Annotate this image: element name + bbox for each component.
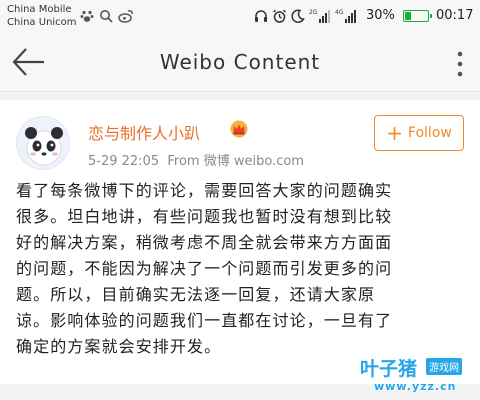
battery-percent: 30%: [366, 8, 395, 23]
follow-label: Follow: [407, 125, 452, 141]
headphone-icon: [255, 10, 267, 22]
paw-icon: [80, 10, 94, 22]
panda-avatar-image: [25, 127, 63, 166]
title-bar: Weibo Content: [0, 32, 480, 92]
network-label-1: 2G: [309, 9, 318, 16]
moon-icon: [291, 9, 305, 23]
carrier-1: China Mobile: [7, 4, 72, 15]
clock: 00:17: [436, 8, 474, 23]
alarm-icon: [273, 9, 286, 23]
carrier-info: China Mobile China Unicom: [7, 3, 77, 29]
more-vertical-icon: [457, 51, 463, 77]
signal-icon-sim1: 2G: [309, 9, 330, 23]
watermark-url: www.yzz.cn: [374, 380, 457, 393]
post-content: 看了每条微博下的评论，需要回答大家的问题确实 很多。坦白地讲，有些问题我也暂时没…: [16, 178, 476, 360]
network-label-2: 4G: [335, 9, 344, 16]
site-watermark: 叶子猪 游戏网 www.yzz.cn: [356, 352, 478, 398]
page-title: Weibo Content: [159, 50, 321, 74]
content-line: 题。所以，目前确实无法逐一回复，还请大家原: [16, 285, 376, 304]
more-options-button[interactable]: [452, 50, 468, 78]
weibo-icon: [118, 10, 134, 23]
signal-icon-sim2: 4G: [335, 9, 356, 23]
carrier-2: China Unicom: [7, 17, 77, 28]
crown-badge-icon: [230, 120, 248, 138]
status-bar: China Mobile China Unicom 2G 4G 30% 00:1…: [0, 0, 480, 32]
user-name[interactable]: 恋与制作人小趴: [88, 120, 200, 144]
content-line: 谅。影响体验的问题我们一直都在讨论，一旦有了: [16, 311, 393, 330]
battery-fill: [405, 12, 412, 20]
content-line: 很多。坦白地讲，有些问题我也暂时没有想到比较: [16, 207, 393, 226]
avatar[interactable]: [16, 116, 70, 170]
battery-icon: [403, 10, 432, 22]
watermark-name: 叶子猪: [360, 358, 418, 380]
post-meta: 5-29 22:05 From 微博 weibo.com: [88, 154, 304, 169]
follow-button[interactable]: + Follow: [374, 115, 464, 151]
content-line: 的问题，不能因为解决了一个问题而引发更多的问: [16, 259, 393, 278]
content-line: 看了每条微博下的评论，需要回答大家的问题确实: [16, 181, 393, 200]
watermark-tag: 游戏网: [426, 358, 462, 375]
post-card: 恋与制作人小趴 5-29 22:05 From 微博 weibo.com + F…: [0, 100, 480, 384]
search-icon: [100, 10, 113, 23]
content-line: 好的解决方案，稍微考虑不周全就会带来方方面面: [16, 233, 393, 252]
plus-icon: +: [386, 121, 403, 145]
